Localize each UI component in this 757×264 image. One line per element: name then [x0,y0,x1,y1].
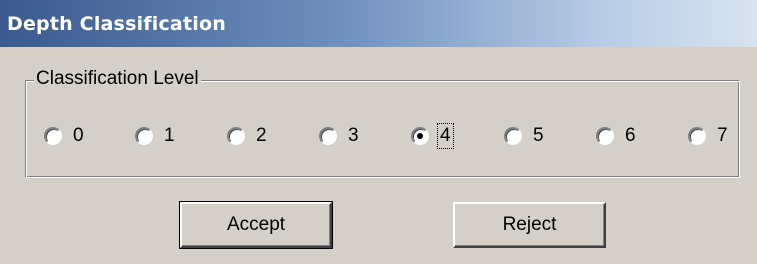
group-label: Classification Level [34,68,201,90]
radio-label: 6 [625,125,636,146]
depth-classification-dialog: Depth Classification Classification Leve… [0,0,757,264]
radio-option-5[interactable]: 5 [504,122,545,150]
radio-button-selected-icon[interactable] [411,127,429,145]
radio-option-4[interactable]: 4 [411,122,454,150]
radio-label: 0 [73,125,84,146]
window-title: Depth Classification [7,12,226,35]
radio-button-icon[interactable] [135,127,153,145]
radio-label: 4 [437,123,454,149]
radio-button-icon[interactable] [596,127,614,145]
radio-option-2[interactable]: 2 [227,122,268,150]
radio-option-1[interactable]: 1 [135,122,176,150]
radio-label: 2 [256,125,267,146]
radio-label: 7 [717,125,728,146]
radio-button-icon[interactable] [44,127,62,145]
accept-button[interactable]: Accept [179,201,333,249]
radio-button-icon[interactable] [504,127,522,145]
title-bar[interactable]: Depth Classification [0,0,757,47]
radio-button-icon[interactable] [227,127,245,145]
reject-button[interactable]: Reject [453,202,606,248]
radio-label: 5 [533,125,544,146]
radio-label: 1 [164,125,175,146]
radio-button-icon[interactable] [319,127,337,145]
radio-label: 3 [348,125,359,146]
radio-option-6[interactable]: 6 [596,122,637,150]
radio-option-3[interactable]: 3 [319,122,360,150]
radio-option-7[interactable]: 7 [688,122,729,150]
radio-button-icon[interactable] [688,127,706,145]
radio-option-0[interactable]: 0 [44,122,85,150]
